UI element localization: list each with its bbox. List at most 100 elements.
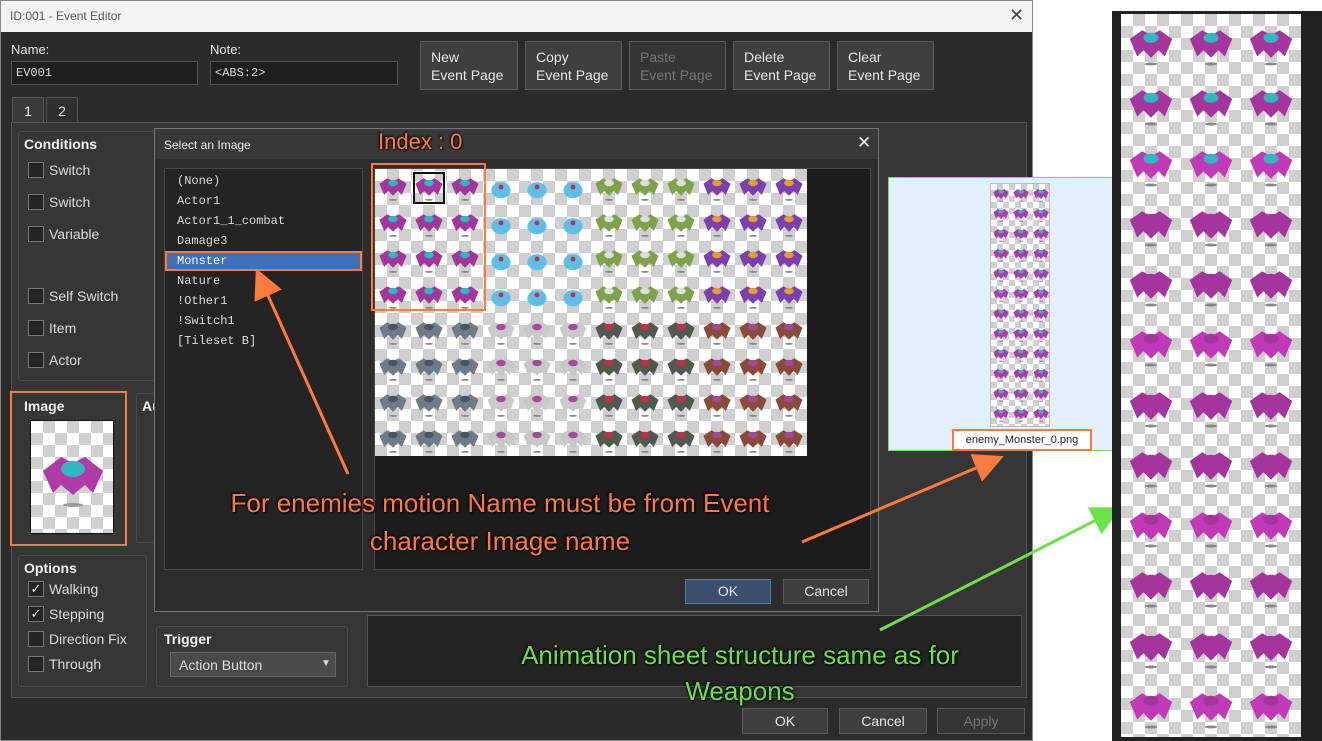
sprite-frame xyxy=(483,385,519,421)
new-event-page-button[interactable]: New Event Page xyxy=(420,41,518,90)
sprite-frame xyxy=(663,205,699,241)
sprite-frame xyxy=(1011,404,1031,424)
footer-cancel-button[interactable]: Cancel xyxy=(839,708,927,734)
stepping-label: Stepping xyxy=(49,606,105,622)
name-label: Name: xyxy=(11,42,50,57)
monster-sprite-icon xyxy=(43,457,103,507)
file-item-none[interactable]: (None) xyxy=(165,171,362,191)
stepping-checkbox[interactable]: ✓ xyxy=(28,606,44,622)
sprite-frame xyxy=(735,169,771,205)
close-icon[interactable]: ✕ xyxy=(1009,5,1024,26)
image-header: Image xyxy=(24,398,65,414)
sprite-frame xyxy=(1031,324,1051,344)
sprite-frame xyxy=(411,421,447,457)
file-item-tileset-b[interactable]: [Tileset B] xyxy=(165,331,362,351)
clear-event-page-button[interactable]: Clear Event Page xyxy=(837,41,934,90)
sprite-frame xyxy=(519,205,555,241)
self-switch-checkbox[interactable] xyxy=(28,288,44,304)
sprite-frame xyxy=(699,313,735,349)
sprite-frame xyxy=(375,385,411,421)
copy-event-page-button[interactable]: Copy Event Page xyxy=(525,41,622,90)
tab-2[interactable]: 2 xyxy=(46,97,78,123)
sprite-frame xyxy=(699,169,735,205)
sprite-frame xyxy=(735,385,771,421)
sprite-frame xyxy=(735,421,771,457)
motion-name-note: For enemies motion Name must be from Eve… xyxy=(230,488,770,556)
sprite-frame xyxy=(991,304,1011,324)
sprite-frame xyxy=(1181,135,1241,195)
sprite-frame xyxy=(699,349,735,385)
note-field[interactable] xyxy=(210,61,398,85)
sprite-frame xyxy=(1241,14,1301,74)
variable-checkbox[interactable] xyxy=(28,226,44,242)
sprite-frame xyxy=(1121,195,1181,255)
sprite-frame xyxy=(1031,224,1051,244)
sprite-frame xyxy=(1121,14,1181,74)
sprite-frame xyxy=(1031,264,1051,284)
sprite-frame xyxy=(1121,556,1181,616)
dialog-title: Select an Image xyxy=(164,138,251,152)
tab-1[interactable]: 1 xyxy=(12,97,44,123)
sprite-frame xyxy=(771,421,807,457)
sprite-frame xyxy=(663,241,699,277)
through-checkbox[interactable] xyxy=(28,656,44,672)
sprite-frame xyxy=(591,313,627,349)
walking-checkbox[interactable]: ✓ xyxy=(28,581,44,597)
file-item-monster[interactable]: Monster xyxy=(165,251,362,271)
sprite-frame xyxy=(1241,556,1301,616)
sprite-frame xyxy=(771,349,807,385)
file-item-actor1-1-combat[interactable]: Actor1_1_combat xyxy=(165,211,362,231)
sprite-frame xyxy=(447,349,483,385)
sprite-frame xyxy=(735,205,771,241)
sprite-frame xyxy=(1011,184,1031,204)
item-label: Item xyxy=(49,320,77,336)
name-field[interactable] xyxy=(11,61,198,85)
sprite-frame xyxy=(555,277,591,313)
trigger-header: Trigger xyxy=(164,631,212,647)
file-item-damage3[interactable]: Damage3 xyxy=(165,231,362,251)
sprite-frame xyxy=(1031,204,1051,224)
file-item-other1[interactable]: !Other1 xyxy=(165,291,362,311)
sprite-frame xyxy=(627,313,663,349)
sprite-frame xyxy=(663,169,699,205)
sprite-frame xyxy=(1181,195,1241,255)
sprite-frame xyxy=(627,421,663,457)
sprite-frame xyxy=(591,241,627,277)
sprite-frame xyxy=(1241,436,1301,496)
sprite-frame xyxy=(627,385,663,421)
sprite-frame xyxy=(735,313,771,349)
sprite-frame xyxy=(591,385,627,421)
delete-event-page-button[interactable]: Delete Event Page xyxy=(733,41,830,90)
switch2-label: Switch xyxy=(49,194,91,210)
walking-label: Walking xyxy=(49,581,99,597)
sprite-frame xyxy=(663,277,699,313)
direction-fix-checkbox[interactable] xyxy=(28,631,44,647)
file-item-nature[interactable]: Nature xyxy=(165,271,362,291)
sprite-frame xyxy=(375,313,411,349)
sprite-frame xyxy=(1031,364,1051,384)
trigger-select[interactable]: Action Button ▼ xyxy=(170,652,336,677)
file-item-actor1[interactable]: Actor1 xyxy=(165,191,362,211)
item-checkbox[interactable] xyxy=(28,320,44,336)
sprite-frame xyxy=(411,385,447,421)
dialog-close-icon[interactable]: ✕ xyxy=(857,133,871,153)
actor-checkbox[interactable] xyxy=(28,352,44,368)
footer-apply-button[interactable]: Apply xyxy=(937,708,1025,734)
sprite-frame xyxy=(1011,244,1031,264)
sprite-frame xyxy=(991,264,1011,284)
sprite-frame xyxy=(375,421,411,457)
dialog-ok-button[interactable]: OK xyxy=(685,579,771,604)
switch2-checkbox[interactable] xyxy=(28,194,44,210)
dialog-cancel-button[interactable]: Cancel xyxy=(783,579,869,604)
sprite-frame xyxy=(735,241,771,277)
sprite-frame xyxy=(771,169,807,205)
sprite-frame xyxy=(519,277,555,313)
file-item-switch1[interactable]: !Switch1 xyxy=(165,311,362,331)
event-image-preview[interactable] xyxy=(30,420,114,534)
switch1-checkbox[interactable] xyxy=(28,162,44,178)
paste-event-page-button[interactable]: Paste Event Page xyxy=(629,41,726,90)
sprite-frame xyxy=(991,364,1011,384)
footer-ok-button[interactable]: OK xyxy=(742,708,828,734)
sprite-frame xyxy=(1011,344,1031,364)
sprite-frame xyxy=(447,313,483,349)
